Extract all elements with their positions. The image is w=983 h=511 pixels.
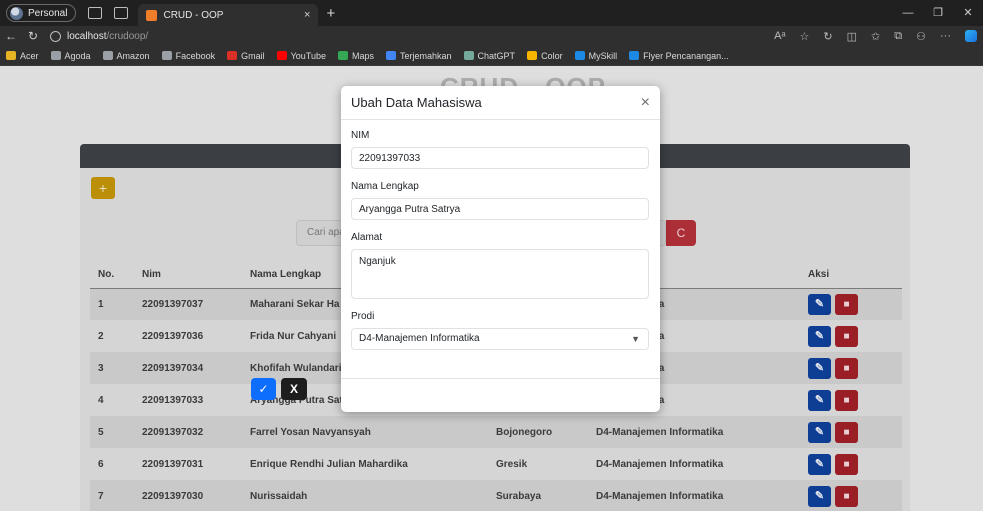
bookmark-item[interactable]: Amazon (102, 50, 150, 61)
bookmark-item[interactable]: Terjemahkan (386, 51, 452, 61)
back-icon[interactable]: ← (0, 29, 22, 43)
site-info-icon[interactable] (50, 30, 61, 42)
tab-crud-oop[interactable]: CRUD - OOP × (138, 4, 319, 26)
bookmark-icon (6, 51, 16, 60)
bookmark-item[interactable]: Color (527, 51, 563, 61)
bookmark-item[interactable]: Acer (6, 51, 39, 61)
bookmark-icon (629, 51, 640, 60)
minimize-icon[interactable]: — (893, 0, 923, 26)
bookmark-icon (463, 51, 474, 60)
bookmark-label: MySkill (588, 50, 618, 61)
bookmark-item[interactable]: Gmail (227, 51, 265, 61)
bookmark-label: Terjemahkan (400, 50, 452, 61)
bookmark-label: ChatGPT (477, 50, 516, 61)
tab-actions-icon[interactable] (114, 7, 129, 19)
profile-button[interactable]: Personal (6, 4, 77, 22)
refresh-icon[interactable]: ↻ (22, 29, 44, 43)
prodi-selected-value: D4-Manajemen Informatika (359, 333, 480, 344)
copilot-icon[interactable] (965, 30, 977, 42)
bookmark-icon (527, 51, 538, 60)
bookmark-label: YouTube (290, 50, 326, 61)
more-icon[interactable]: ··· (940, 30, 951, 42)
favorite-star-icon[interactable]: ☆ (800, 30, 810, 43)
modal-header: Ubah Data Mahasiswa × (341, 86, 660, 120)
address-bar-row: ← ↻ localhost/crudoop/ Aᵃ ☆ ↻ ◫ ✩ ⧉ ⚇ ··… (0, 26, 983, 46)
refresh-page-icon[interactable]: ↻ (823, 30, 832, 43)
bookmark-icon (338, 51, 348, 60)
bookmark-icon (574, 51, 585, 60)
modal-body: NIM Nama Lengkap Alamat Nganjuk Prodi D4… (341, 120, 660, 350)
window-controls: — ❐ ✕ (893, 0, 983, 26)
alamat-field[interactable]: Nganjuk (351, 249, 649, 299)
restore-icon[interactable]: ❐ (923, 0, 953, 26)
bookmark-icon (161, 51, 172, 60)
bookmark-item[interactable]: Flyer Pencanangan... (629, 51, 729, 61)
bookmark-item[interactable]: YouTube (276, 50, 326, 61)
toolbar-icons: Aᵃ ☆ ↻ ◫ ✩ ⧉ ⚇ ··· (774, 26, 977, 46)
bookmark-item[interactable]: Maps (338, 51, 374, 61)
browser-titlebar: Personal CRUD - OOP × + — ❐ ✕ (0, 0, 983, 26)
profile-label: Personal (28, 7, 68, 19)
bookmark-label: Color (541, 50, 563, 61)
bookmark-icon (102, 51, 113, 60)
bookmark-icon (50, 51, 61, 60)
nama-label: Nama Lengkap (351, 181, 419, 192)
page-content: CRUD - OOP + Cari apa C No. Nim Nama Len… (0, 66, 983, 511)
bookmarks-bar: Acer Agoda Amazon Facebook Gmail YouTube Maps T… (0, 46, 983, 66)
bookmark-label: Acer (20, 50, 39, 61)
chevron-down-icon: ▼ (631, 334, 640, 344)
bookmark-item[interactable]: Facebook (161, 50, 216, 61)
collections-icon[interactable]: ⧉ (894, 30, 902, 43)
bookmark-icon (386, 51, 397, 60)
nama-field[interactable] (351, 198, 649, 220)
bookmark-item[interactable]: Agoda (50, 50, 91, 61)
save-button[interactable]: ✓ (251, 378, 276, 400)
bookmark-label: Facebook (175, 50, 216, 61)
prodi-label: Prodi (351, 311, 375, 322)
bookmark-label: Amazon (116, 50, 150, 61)
bookmark-item[interactable]: MySkill (574, 50, 618, 61)
read-aloud-icon[interactable]: Aᵃ (774, 30, 785, 42)
edit-student-modal: Ubah Data Mahasiswa × NIM Nama Lengkap A… (341, 86, 660, 412)
cancel-button[interactable]: X (281, 378, 307, 400)
tab-title: CRUD - OOP (163, 9, 224, 21)
bookmark-label: Agoda (64, 50, 91, 61)
modal-title: Ubah Data Mahasiswa (351, 95, 482, 110)
nim-field[interactable] (351, 147, 649, 169)
workspaces-icon[interactable] (88, 7, 103, 19)
modal-footer-divider (341, 378, 660, 379)
favorites-icon[interactable]: ✩ (871, 30, 880, 43)
bookmark-label: Flyer Pencanangan... (643, 50, 729, 61)
favicon-icon (146, 9, 158, 21)
url-field[interactable]: localhost/crudoop/ (50, 27, 670, 45)
url-host: localhost (67, 30, 107, 42)
bookmark-item[interactable]: ChatGPT (463, 50, 516, 61)
bookmark-icon (276, 51, 287, 60)
bookmark-label: Maps (352, 50, 375, 61)
nim-label: NIM (351, 130, 370, 141)
extensions-icon[interactable]: ⚇ (916, 30, 926, 43)
avatar (10, 6, 23, 20)
new-tab-button[interactable]: + (326, 5, 335, 22)
close-window-icon[interactable]: ✕ (953, 0, 983, 26)
split-screen-icon[interactable]: ◫ (847, 30, 857, 43)
url-path: /crudoop/ (106, 30, 149, 42)
bookmark-icon (227, 51, 238, 60)
tab-close-icon[interactable]: × (304, 9, 310, 21)
close-icon[interactable]: × (641, 94, 650, 112)
bookmark-label: Gmail (241, 50, 265, 61)
alamat-label: Alamat (351, 232, 383, 243)
prodi-select[interactable]: D4-Manajemen Informatika ▼ (351, 328, 649, 350)
